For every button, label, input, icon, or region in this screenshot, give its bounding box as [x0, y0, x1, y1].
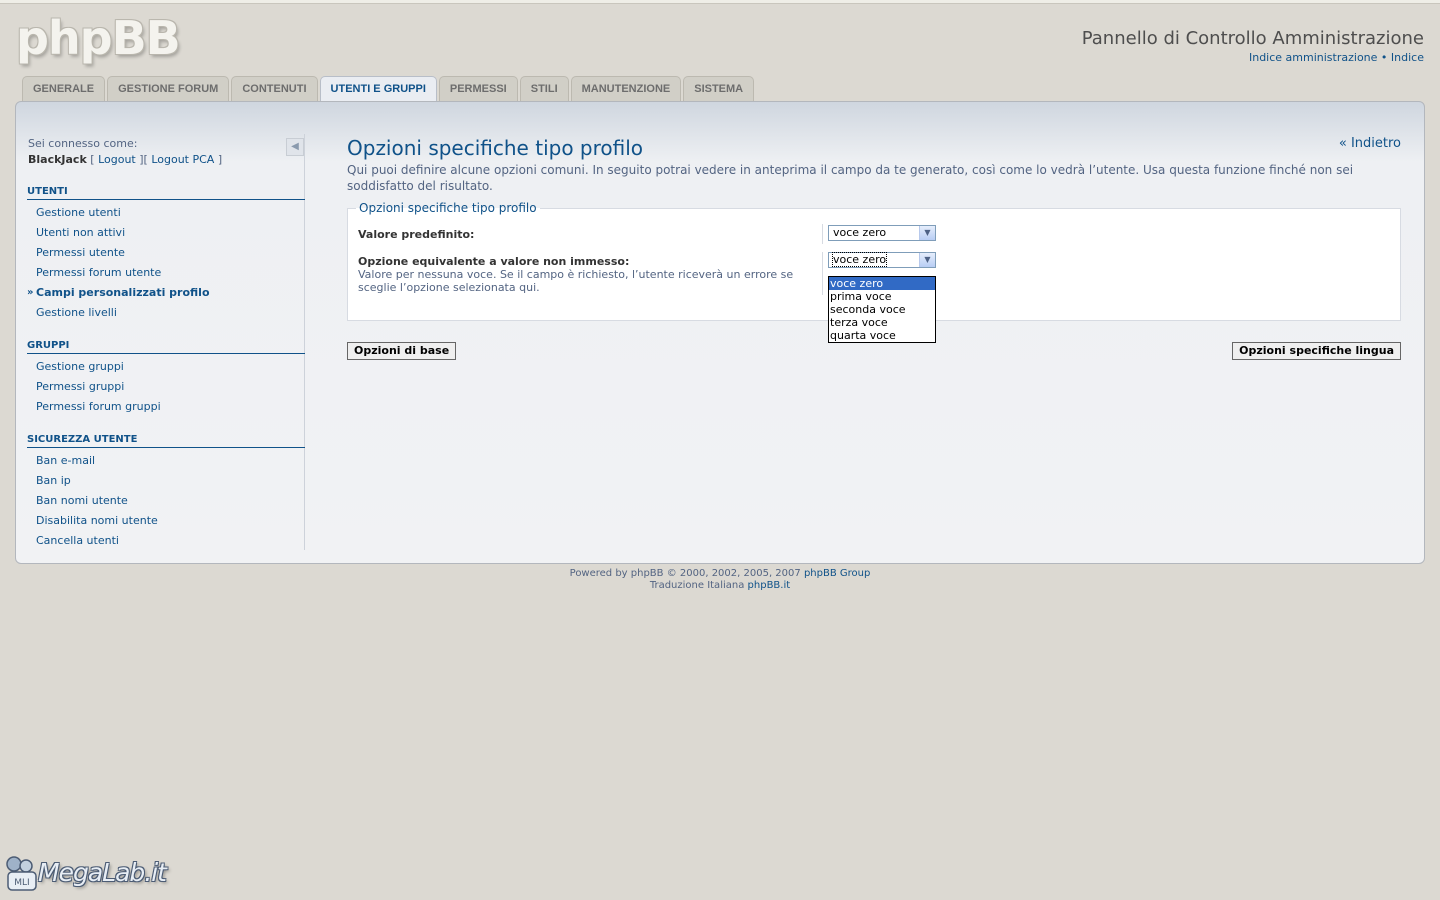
- dropdown-option[interactable]: seconda voce: [829, 303, 935, 316]
- sidebar-item-gestione-gruppi[interactable]: Gestione gruppi: [27, 357, 305, 377]
- megalab-watermark: MLI MegaLab.it: [4, 852, 184, 898]
- sidebar-item-campi-personalizzati-profilo[interactable]: Campi personalizzati profilo: [27, 283, 305, 303]
- tab-gestione-forum[interactable]: GESTIONE FORUM: [107, 76, 230, 101]
- dropdown-option[interactable]: terza voce: [829, 316, 935, 329]
- sidebar: Sei connesso come: BlackJack [ Logout ][…: [27, 134, 305, 550]
- collapse-sidebar-icon[interactable]: ◀: [286, 138, 304, 156]
- sidebar-item-ban-ip[interactable]: Ban ip: [27, 471, 305, 491]
- tab-generale[interactable]: GENERALE: [22, 76, 106, 101]
- content-panel: Sei connesso come: BlackJack [ Logout ][…: [15, 101, 1425, 564]
- chevron-down-icon[interactable]: ▼: [919, 253, 935, 267]
- sidebar-item-permessi-gruppi[interactable]: Permessi gruppi: [27, 377, 305, 397]
- megalab-logo-icon: MLI: [6, 856, 37, 891]
- login-info: Sei connesso come: BlackJack [ Logout ][…: [28, 137, 223, 166]
- tab-sistema[interactable]: SISTEMA: [683, 76, 755, 101]
- sidebar-item-gestione-utenti[interactable]: Gestione utenti: [27, 203, 305, 223]
- sidebar-item-disabilita-nomi-utente[interactable]: Disabilita nomi utente: [27, 511, 305, 531]
- default-value-select[interactable]: voce zero ▼: [828, 225, 936, 241]
- page-intro: Qui puoi definire alcune opzioni comuni.…: [347, 163, 1354, 193]
- logged-in-label: Sei connesso come:: [28, 137, 138, 150]
- menu-section-gruppi: GRUPPI Gestione gruppi Permessi gruppi P…: [27, 340, 305, 417]
- dropdown-option[interactable]: prima voce: [829, 290, 935, 303]
- default-value-label: Valore predefinito:: [358, 228, 475, 241]
- page-title: Opzioni specifiche tipo profilo: [347, 136, 644, 160]
- page-header-title: Pannello di Controllo Amministrazione: [1081, 28, 1424, 49]
- menu-heading: UTENTI: [27, 186, 305, 200]
- no-value-dropdown-list: voce zero prima voce seconda voce terza …: [828, 276, 936, 343]
- sidebar-item-permessi-forum-utente[interactable]: Permessi forum utente: [27, 263, 305, 283]
- window-top-border: [0, 0, 1440, 4]
- translation-text: Traduzione Italiana: [649, 580, 745, 591]
- no-value-select[interactable]: voce zero ▼: [828, 252, 936, 268]
- tab-contenuti[interactable]: CONTENUTI: [231, 76, 318, 101]
- sidebar-item-utenti-non-attivi[interactable]: Utenti non attivi: [27, 223, 305, 243]
- admin-index-link[interactable]: Indice amministrazione: [1249, 51, 1377, 64]
- phpbb-group-link[interactable]: phpBB Group: [804, 568, 870, 579]
- dropdown-option[interactable]: quarta voce: [829, 329, 935, 342]
- default-value-row: Valore predefinito: voce zero ▼: [348, 224, 1400, 247]
- language-options-button[interactable]: Opzioni specifiche lingua: [1232, 342, 1401, 360]
- menu-heading: SICUREZZA UTENTE: [27, 434, 305, 448]
- megalab-text: MegaLab.it: [38, 858, 167, 887]
- sidebar-item-ban-nomi-utente[interactable]: Ban nomi utente: [27, 491, 305, 511]
- dropdown-option[interactable]: voce zero: [829, 277, 935, 290]
- sidebar-item-permessi-forum-gruppi[interactable]: Permessi forum gruppi: [27, 397, 305, 417]
- sidebar-item-ban-email[interactable]: Ban e-mail: [27, 451, 305, 471]
- svg-text:MLI: MLI: [14, 878, 29, 888]
- footer: Powered by phpBB © 2000, 2002, 2005, 200…: [0, 568, 1440, 592]
- sidebar-item-gestione-livelli[interactable]: Gestione livelli: [27, 303, 305, 323]
- basic-options-button[interactable]: Opzioni di base: [347, 342, 457, 360]
- tab-permessi[interactable]: PERMESSI: [438, 76, 518, 101]
- menu-heading: GRUPPI: [27, 340, 305, 354]
- fieldset-legend: Opzioni specifiche tipo profilo: [356, 201, 540, 215]
- phpbb-it-link[interactable]: phpBB.it: [748, 580, 791, 591]
- menu-section-utenti: UTENTI Gestione utenti Utenti non attivi…: [27, 186, 305, 323]
- index-link[interactable]: Indice: [1391, 51, 1424, 64]
- chevron-down-icon[interactable]: ▼: [919, 226, 935, 240]
- back-link[interactable]: « Indietro: [1339, 136, 1401, 151]
- no-value-selected: voce zero: [831, 252, 888, 267]
- default-value-selected: voce zero: [833, 226, 887, 239]
- username: BlackJack: [28, 153, 87, 166]
- powered-by-text: Powered by phpBB © 2000, 2002, 2005, 200…: [569, 568, 801, 579]
- menu-section-sicurezza-utente: SICUREZZA UTENTE Ban e-mail Ban ip Ban n…: [27, 434, 305, 551]
- tab-manutenzione[interactable]: MANUTENZIONE: [570, 76, 682, 101]
- sidebar-item-permessi-utente[interactable]: Permessi utente: [27, 243, 305, 263]
- sidebar-item-cancella-utenti[interactable]: Cancella utenti: [27, 531, 305, 551]
- header-link-separator: •: [1380, 51, 1388, 64]
- tab-utenti-e-gruppi[interactable]: UTENTI E GRUPPI: [319, 76, 437, 102]
- logout-link[interactable]: Logout: [98, 153, 136, 166]
- no-value-label: Opzione equivalente a valore non immesso…: [358, 255, 630, 268]
- header-links: Indice amministrazione • Indice: [1249, 51, 1424, 64]
- logout-acp-link[interactable]: Logout PCA: [151, 153, 214, 166]
- main-tabs: GENERALE GESTIONE FORUM CONTENUTI UTENTI…: [22, 76, 755, 102]
- no-value-explain: Valore per nessuna voce. Se il campo è r…: [358, 268, 794, 294]
- tab-stili[interactable]: STILI: [519, 76, 569, 101]
- phpbb-logo[interactable]: phpBB: [16, 14, 181, 62]
